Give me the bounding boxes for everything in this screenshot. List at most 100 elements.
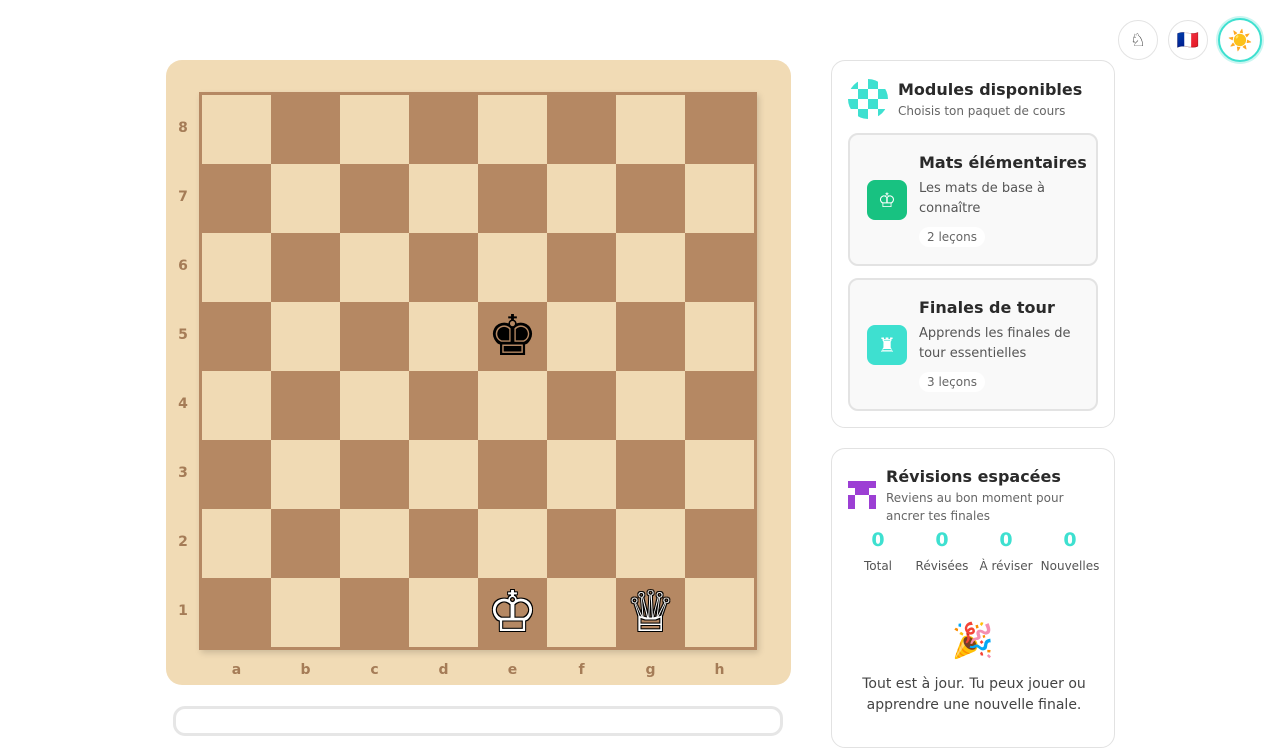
stat-total: 0 Total — [848, 529, 908, 573]
rank-label: 8 — [178, 120, 188, 136]
square-f1[interactable] — [547, 578, 616, 647]
calendar-grid-icon — [848, 481, 876, 509]
black-king-icon[interactable]: ♚ — [487, 308, 537, 365]
square-c4[interactable] — [340, 371, 409, 440]
rank-label: 5 — [178, 327, 188, 343]
square-b4[interactable] — [271, 371, 340, 440]
white-king-icon[interactable]: ♔ — [487, 584, 537, 641]
square-c5[interactable] — [340, 302, 409, 371]
square-h4[interactable] — [685, 371, 754, 440]
square-e5[interactable]: ♚ — [478, 302, 547, 371]
square-h3[interactable] — [685, 440, 754, 509]
square-d7[interactable] — [409, 164, 478, 233]
all-done-message: Tout est à jour. Tu peux jouer ou appren… — [862, 676, 1086, 713]
square-b5[interactable] — [271, 302, 340, 371]
square-f3[interactable] — [547, 440, 616, 509]
move-panel — [173, 706, 783, 736]
square-a7[interactable] — [202, 164, 271, 233]
square-e6[interactable] — [478, 233, 547, 302]
square-f7[interactable] — [547, 164, 616, 233]
white-queen-icon[interactable]: ♕ — [625, 584, 675, 641]
square-f2[interactable] — [547, 509, 616, 578]
review-header: Révisions espacées Reviens au bon moment… — [848, 467, 1076, 525]
stat-value: 0 — [935, 529, 949, 551]
square-c3[interactable] — [340, 440, 409, 509]
square-c6[interactable] — [340, 233, 409, 302]
checkerboard-icon — [848, 79, 888, 119]
square-h5[interactable] — [685, 302, 754, 371]
sun-icon[interactable]: ☀️ — [1218, 18, 1262, 62]
square-e3[interactable] — [478, 440, 547, 509]
square-b8[interactable] — [271, 95, 340, 164]
stat-value: 0 — [1063, 529, 1077, 551]
square-c1[interactable] — [340, 578, 409, 647]
square-b6[interactable] — [271, 233, 340, 302]
square-d6[interactable] — [409, 233, 478, 302]
square-b1[interactable] — [271, 578, 340, 647]
square-a5[interactable] — [202, 302, 271, 371]
square-e4[interactable] — [478, 371, 547, 440]
square-d1[interactable] — [409, 578, 478, 647]
square-b2[interactable] — [271, 509, 340, 578]
square-h8[interactable] — [685, 95, 754, 164]
square-h1[interactable] — [685, 578, 754, 647]
stat-value: 0 — [999, 529, 1013, 551]
module-title: Finales de tour — [919, 298, 1055, 317]
stat-label: À réviser — [979, 559, 1033, 573]
square-g3[interactable] — [616, 440, 685, 509]
square-e7[interactable] — [478, 164, 547, 233]
square-a1[interactable] — [202, 578, 271, 647]
review-subtitle: Reviens au bon moment pour ancrer tes fi… — [886, 491, 1064, 523]
square-c8[interactable] — [340, 95, 409, 164]
knight-icon[interactable]: ♘ — [1118, 20, 1158, 60]
language-flag-icon[interactable]: 🇫🇷 — [1168, 20, 1208, 60]
square-g4[interactable] — [616, 371, 685, 440]
square-f5[interactable] — [547, 302, 616, 371]
module-description: Les mats de base à connaître — [919, 181, 1046, 216]
square-d4[interactable] — [409, 371, 478, 440]
square-d8[interactable] — [409, 95, 478, 164]
square-d2[interactable] — [409, 509, 478, 578]
square-a8[interactable] — [202, 95, 271, 164]
square-a2[interactable] — [202, 509, 271, 578]
square-g1[interactable]: ♕ — [616, 578, 685, 647]
square-f8[interactable] — [547, 95, 616, 164]
square-h7[interactable] — [685, 164, 754, 233]
stat-label: Total — [863, 559, 893, 573]
square-c2[interactable] — [340, 509, 409, 578]
square-g2[interactable] — [616, 509, 685, 578]
square-d5[interactable] — [409, 302, 478, 371]
king-icon: ♔ — [867, 180, 907, 220]
square-g5[interactable] — [616, 302, 685, 371]
party-popper-icon: 🎉 — [951, 621, 995, 661]
module-card-finales-tour[interactable]: ♜ Finales de tour Apprends les finales d… — [848, 278, 1098, 411]
rank-label: 6 — [178, 258, 188, 274]
square-a3[interactable] — [202, 440, 271, 509]
file-label: f — [578, 662, 585, 678]
module-title: Mats élémentaires — [919, 153, 1087, 172]
square-b7[interactable] — [271, 164, 340, 233]
square-e2[interactable] — [478, 509, 547, 578]
module-card-mats[interactable]: ♔ Mats élémentaires Les mats de base à c… — [848, 133, 1098, 266]
square-d3[interactable] — [409, 440, 478, 509]
top-toolbar: ♘ 🇫🇷 ☀️ — [1118, 18, 1262, 62]
square-f4[interactable] — [547, 371, 616, 440]
chess-board[interactable]: ♚ ♔ ♕ — [199, 92, 757, 650]
square-a4[interactable] — [202, 371, 271, 440]
modules-panel: Modules disponibles Choisis ton paquet d… — [831, 60, 1115, 428]
square-c7[interactable] — [340, 164, 409, 233]
rank-label: 1 — [178, 603, 188, 619]
square-g8[interactable] — [616, 95, 685, 164]
square-h2[interactable] — [685, 509, 754, 578]
lesson-count-badge: 3 leçons — [919, 372, 985, 392]
modules-subtitle: Choisis ton paquet de cours — [898, 104, 1066, 118]
square-b3[interactable] — [271, 440, 340, 509]
square-h6[interactable] — [685, 233, 754, 302]
rank-label: 7 — [178, 189, 188, 205]
square-e8[interactable] — [478, 95, 547, 164]
square-a6[interactable] — [202, 233, 271, 302]
square-e1[interactable]: ♔ — [478, 578, 547, 647]
square-g6[interactable] — [616, 233, 685, 302]
square-g7[interactable] — [616, 164, 685, 233]
square-f6[interactable] — [547, 233, 616, 302]
